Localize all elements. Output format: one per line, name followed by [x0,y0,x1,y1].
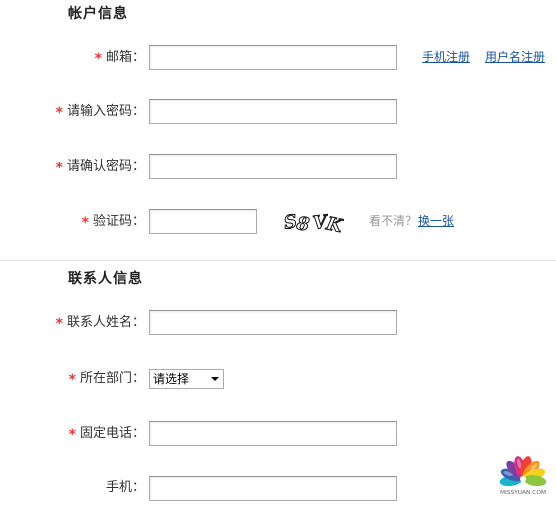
mobile-input[interactable] [149,476,397,501]
password-label: * 请输入密码： [0,101,145,121]
landline-label-text: 固定电话： [79,426,145,441]
required-mark: * [55,316,63,332]
department-label-text: 所在部门： [79,371,145,386]
required-mark: * [68,427,76,443]
captcha-image: S8VK [282,211,344,233]
captcha-label-text: 验证码： [92,214,145,229]
mobile-label: 手机： [0,478,145,498]
department-label: * 所在部门： [0,368,145,388]
required-mark: * [68,372,76,388]
confirm-password-label: * 请确认密码： [0,156,145,176]
watermark-logo: MISSYUAN.COM [499,456,547,496]
password-input[interactable] [149,99,397,124]
phone-register-link[interactable]: 手机注册 [422,47,470,67]
landline-label: * 固定电话： [0,423,145,443]
password-label-text: 请输入密码： [66,104,145,119]
email-label: * 邮箱： [0,47,145,67]
landline-input[interactable] [149,421,397,446]
registration-form: 帐户信息 * 邮箱： 手机注册 用户名注册 * 请输入密码： * 请确认密码： * 验证… [0,0,556,505]
mobile-label-text: 手机： [105,480,145,495]
contact-name-label-text: 联系人姓名： [66,315,145,330]
required-mark: * [55,105,63,121]
section-divider [0,260,556,261]
confirm-password-label-text: 请确认密码： [66,159,145,174]
logo-center [520,476,526,482]
captcha-input[interactable] [149,209,257,234]
department-select[interactable]: 请选择 [149,369,224,389]
email-input[interactable] [149,45,397,70]
contact-section-title: 联系人信息 [68,271,143,287]
required-mark: * [94,51,102,67]
dropdown-arrow-icon [211,377,219,381]
required-mark: * [81,215,89,231]
department-select-value: 请选择 [153,372,190,386]
captcha-text: S8VK [282,211,344,233]
logo-petals [499,456,547,487]
confirm-password-input[interactable] [149,154,397,179]
email-label-text: 邮箱： [105,50,145,65]
contact-name-label: * 联系人姓名： [0,312,145,332]
captcha-label: * 验证码： [0,211,145,231]
watermark-text: MISSYUAN.COM [500,490,546,496]
refresh-captcha-link[interactable]: 换一张 [418,211,454,231]
contact-name-input[interactable] [149,310,397,335]
account-section-title: 帐户信息 [68,6,128,22]
username-register-link[interactable]: 用户名注册 [485,47,545,67]
required-mark: * [55,160,63,176]
captcha-hint: 看不清？ [369,214,418,228]
